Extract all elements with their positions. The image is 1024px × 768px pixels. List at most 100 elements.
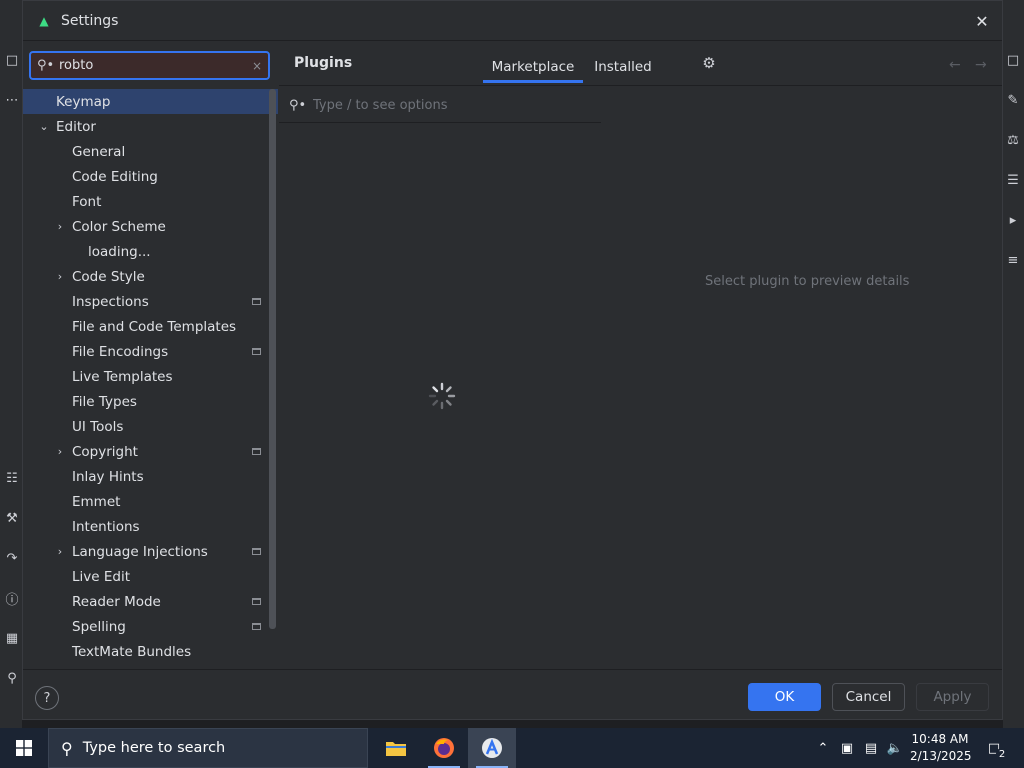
settings-search-input[interactable] bbox=[59, 58, 252, 73]
tree-item-label: File Types bbox=[72, 393, 137, 410]
git-tool-icon[interactable]: ↷ bbox=[2, 548, 22, 568]
preview-placeholder: Select plugin to preview details bbox=[705, 274, 910, 289]
header-divider bbox=[279, 85, 1002, 86]
cancel-button[interactable]: Cancel bbox=[832, 683, 905, 711]
plugin-search-icon: ⚲• bbox=[289, 97, 307, 113]
chevron-right-icon[interactable]: › bbox=[54, 220, 66, 233]
start-button[interactable] bbox=[0, 728, 48, 768]
clock-time: 10:48 AM bbox=[911, 732, 969, 746]
network-icon[interactable]: ▤ bbox=[861, 738, 881, 758]
project-level-icon bbox=[252, 548, 261, 555]
tree-item[interactable]: General bbox=[23, 139, 278, 164]
help-button[interactable]: ? bbox=[35, 686, 59, 710]
tree-item-label: Reader Mode bbox=[72, 593, 161, 610]
clear-search-icon[interactable]: × bbox=[252, 59, 262, 73]
settings-dialog: ▲ Settings ✕ ⚲• × Keymap ⌄ Editor General Co… bbox=[22, 0, 1003, 720]
page-title: Plugins bbox=[294, 55, 353, 71]
structure-tool-icon[interactable]: ☷ bbox=[2, 468, 22, 488]
tree-item[interactable]: File Encodings bbox=[23, 339, 278, 364]
tree-item-label: File Encodings bbox=[72, 343, 169, 360]
settings-search-field[interactable]: ⚲• × bbox=[29, 51, 270, 80]
tree-item[interactable]: Intentions bbox=[23, 514, 278, 539]
chevron-right-icon[interactable]: › bbox=[54, 545, 66, 558]
plugin-search-input[interactable] bbox=[313, 97, 601, 113]
notifications-icon[interactable]: □ bbox=[1003, 50, 1023, 70]
tree-item[interactable]: Spelling bbox=[23, 614, 278, 639]
chevron-down-icon[interactable]: ⌄ bbox=[38, 120, 50, 133]
tree-item[interactable]: Keymap bbox=[23, 89, 278, 114]
project-level-icon bbox=[252, 448, 261, 455]
file-explorer-app[interactable] bbox=[372, 728, 420, 768]
tree-item-label: Code Editing bbox=[72, 168, 158, 185]
taskbar-search-placeholder: Type here to search bbox=[82, 740, 226, 756]
tab-installed[interactable]: Installed bbox=[593, 51, 653, 83]
show-hidden-icons-icon[interactable]: ⌃ bbox=[813, 738, 833, 758]
tree-item[interactable]: TextMate Bundles bbox=[23, 639, 278, 664]
plugin-settings-gear-icon[interactable]: ⚙ bbox=[699, 53, 719, 73]
plugin-search-field[interactable]: ⚲• bbox=[289, 91, 601, 119]
tree-item-label: UI Tools bbox=[72, 418, 124, 435]
tree-item[interactable]: Code Editing bbox=[23, 164, 278, 189]
forward-arrow-icon[interactable]: → bbox=[975, 57, 987, 73]
tree-item-label: Live Templates bbox=[72, 368, 173, 385]
run-icon[interactable]: ▸ bbox=[1003, 210, 1023, 230]
tree-item-label: Font bbox=[72, 193, 102, 210]
tree-item[interactable]: ⌄ Editor bbox=[23, 114, 278, 139]
close-icon: ✕ bbox=[975, 11, 989, 31]
device-manager-icon[interactable]: ✎ bbox=[1003, 90, 1023, 110]
project-level-icon bbox=[252, 298, 261, 305]
taskbar-search-icon: ⚲ bbox=[61, 738, 73, 758]
tree-item-label: Emmet bbox=[72, 493, 121, 510]
tree-item[interactable]: Reader Mode bbox=[23, 589, 278, 614]
tree-item[interactable]: › Code Style bbox=[23, 264, 278, 289]
android-studio-icon: ▲ bbox=[39, 13, 49, 28]
tree-item[interactable]: File Types bbox=[23, 389, 278, 414]
close-button[interactable]: ✕ bbox=[970, 9, 994, 33]
tree-item[interactable]: Emmet bbox=[23, 489, 278, 514]
tab-marketplace[interactable]: Marketplace bbox=[483, 51, 583, 83]
build-tool-icon[interactable]: ⚒ bbox=[2, 508, 22, 528]
volume-muted-icon[interactable]: 🔈 bbox=[885, 738, 905, 758]
chevron-right-icon[interactable]: › bbox=[54, 270, 66, 283]
taskbar-search-box[interactable]: ⚲ Type here to search bbox=[48, 728, 368, 768]
tree-item[interactable]: › Copyright bbox=[23, 439, 278, 464]
tree-item[interactable]: Live Edit bbox=[23, 564, 278, 589]
taskbar-clock[interactable]: 10:48 AM 2/13/2025 bbox=[910, 731, 972, 765]
tree-item-label: Code Style bbox=[72, 268, 145, 285]
gradle-icon[interactable]: ⚖ bbox=[1003, 130, 1023, 150]
firefox-app[interactable] bbox=[420, 728, 468, 768]
tree-item[interactable]: Inlay Hints bbox=[23, 464, 278, 489]
tree-item[interactable]: › Color Scheme bbox=[23, 214, 278, 239]
ok-button[interactable]: OK bbox=[748, 683, 821, 711]
list-divider bbox=[279, 122, 601, 123]
tree-item[interactable]: › Language Injections bbox=[23, 539, 278, 564]
running-devices-icon[interactable]: ☰ bbox=[1003, 170, 1023, 190]
tree-item[interactable]: loading... bbox=[23, 239, 278, 264]
tree-item-label: Language Injections bbox=[72, 543, 208, 560]
problems-tool-icon[interactable]: ⓘ bbox=[2, 588, 22, 608]
folder-icon bbox=[386, 742, 406, 756]
vcs-tool-icon[interactable]: ⚲ bbox=[2, 668, 22, 688]
tree-item[interactable]: Live Templates bbox=[23, 364, 278, 389]
windows-taskbar: ⚲ Type here to search ⌃ ▣ ▤ 🔈 10:48 AM 2… bbox=[0, 728, 1024, 768]
clock-date: 2/13/2025 bbox=[910, 749, 972, 763]
tree-item[interactable]: Inspections bbox=[23, 289, 278, 314]
tree-item-label: TextMate Bundles bbox=[72, 643, 192, 660]
detail-divider bbox=[601, 86, 602, 669]
tree-item[interactable]: File and Code Templates bbox=[23, 314, 278, 339]
notifications-center-icon[interactable]: □ 2 bbox=[982, 738, 1008, 760]
tree-item[interactable]: UI Tools bbox=[23, 414, 278, 439]
more-tools-icon[interactable]: ⋯ bbox=[2, 90, 22, 110]
tree-scrollbar[interactable] bbox=[269, 89, 276, 629]
tree-item[interactable]: Font bbox=[23, 189, 278, 214]
project-tool-icon[interactable]: □ bbox=[2, 50, 22, 70]
search-icon: ⚲• bbox=[37, 58, 55, 73]
terminal-tool-icon[interactable]: ▦ bbox=[2, 628, 22, 648]
back-arrow-icon[interactable]: ← bbox=[949, 57, 961, 73]
tree-item-label: Spelling bbox=[72, 618, 126, 635]
android-studio-app[interactable] bbox=[468, 728, 516, 768]
menu-icon[interactable]: ≡ bbox=[1003, 250, 1023, 270]
defender-icon[interactable]: ▣ bbox=[837, 738, 857, 758]
chevron-right-icon[interactable]: › bbox=[54, 445, 66, 458]
apply-button[interactable]: Apply bbox=[916, 683, 989, 711]
